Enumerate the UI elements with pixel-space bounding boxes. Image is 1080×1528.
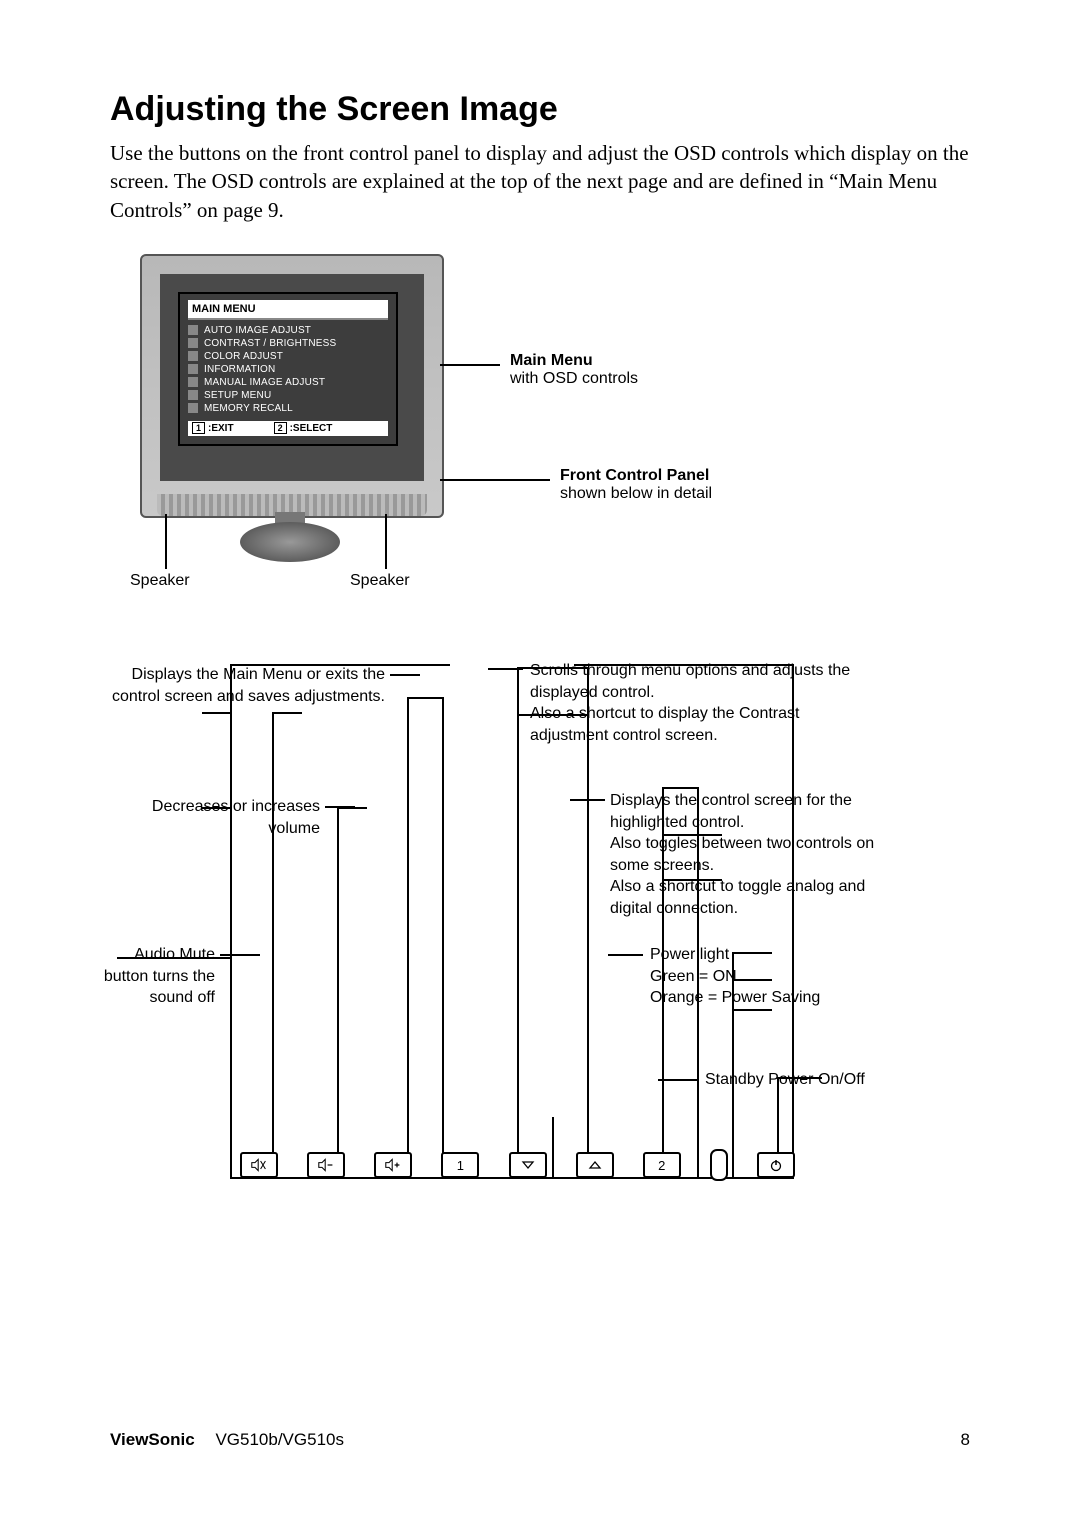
- leader-line: [440, 364, 500, 366]
- power-light-icon: [710, 1149, 728, 1181]
- osd-item: CONTRAST / BRIGHTNESS: [188, 337, 388, 350]
- main-menu-label: Main Menu with OSD controls: [510, 352, 638, 388]
- callout-text: Also a shortcut to display the Contrast …: [530, 703, 860, 746]
- fcp-hdr: Front Control Panel: [560, 467, 712, 485]
- fcp-sub: shown below in detail: [560, 485, 712, 503]
- callout-text: Standby Power On/Off: [705, 1069, 905, 1091]
- osd-exit-key: 1: [192, 422, 205, 434]
- osd-header: MAIN MENU: [188, 300, 388, 320]
- callout-text: Displays the control screen for the high…: [610, 790, 890, 833]
- callout-text: Audio Mute button turns the sound off: [95, 944, 215, 1009]
- leader-line: [220, 954, 260, 956]
- footer-model: VG510b/VG510s: [215, 1430, 344, 1449]
- leader-line: [440, 479, 550, 481]
- monitor-illustration: MAIN MENU AUTO IMAGE ADJUST CONTRAST / B…: [140, 254, 444, 518]
- diagram-area: MAIN MENU AUTO IMAGE ADJUST CONTRAST / B…: [110, 254, 970, 1304]
- callout-scroll: Scrolls through menu options and adjusts…: [530, 660, 860, 746]
- callout-text: Orange = Power Saving: [650, 987, 900, 1009]
- select-2-button-icon: 2: [643, 1152, 681, 1178]
- callout-text: Green = ON: [650, 966, 900, 988]
- osd-select-label: :SELECT: [290, 423, 333, 434]
- power-button-icon: [757, 1152, 795, 1178]
- monitor-stand: [240, 512, 340, 567]
- main-menu-hdr: Main Menu: [510, 352, 638, 370]
- footer-brand: ViewSonic: [110, 1430, 195, 1449]
- main-menu-sub: with OSD controls: [510, 370, 638, 388]
- volume-up-button-icon: [374, 1152, 412, 1178]
- intro-paragraph: Use the buttons on the front control pan…: [110, 139, 970, 224]
- leader-line: [385, 514, 387, 569]
- osd-exit-label: :EXIT: [208, 423, 234, 434]
- mute-button-icon: [240, 1152, 278, 1178]
- osd-item: COLOR ADJUST: [188, 350, 388, 363]
- osd-item: INFORMATION: [188, 363, 388, 376]
- callout-mute: Audio Mute button turns the sound off: [95, 944, 215, 1009]
- osd-item: AUTO IMAGE ADJUST: [188, 324, 388, 337]
- leader-line: [608, 954, 643, 956]
- button-row: 1 2: [240, 1149, 795, 1181]
- down-arrow-button-icon: [509, 1152, 547, 1178]
- osd-menu: MAIN MENU AUTO IMAGE ADJUST CONTRAST / B…: [178, 292, 398, 446]
- volume-down-button-icon: [307, 1152, 345, 1178]
- callout-text: Displays the Main Menu or exits the cont…: [100, 664, 385, 707]
- leader-line: [570, 799, 605, 801]
- page-title: Adjusting the Screen Image: [110, 90, 970, 129]
- callout-button2: Displays the control screen for the high…: [610, 790, 890, 920]
- up-arrow-button-icon: [576, 1152, 614, 1178]
- osd-item: MANUAL IMAGE ADJUST: [188, 376, 388, 389]
- osd-item: SETUP MENU: [188, 389, 388, 402]
- callout-volume: Decreases or increases volume: [140, 796, 320, 839]
- callout-text: Power light: [650, 944, 900, 966]
- callout-standby: Standby Power On/Off: [705, 1069, 905, 1091]
- callout-text: Also toggles between two controls on som…: [610, 833, 890, 876]
- leader-line: [390, 674, 420, 676]
- osd-item: MEMORY RECALL: [188, 402, 388, 415]
- callout-text: Also a shortcut to toggle analog and dig…: [610, 876, 890, 919]
- leader-line: [325, 806, 355, 808]
- osd-footer: 1:EXIT 2:SELECT: [188, 421, 388, 436]
- speaker-label-left: Speaker: [130, 572, 190, 590]
- footer-page-number: 8: [961, 1430, 970, 1450]
- osd-select-key: 2: [274, 422, 287, 434]
- callout-text: Scrolls through menu options and adjusts…: [530, 660, 860, 703]
- leader-line: [165, 514, 167, 569]
- leader-line: [488, 668, 523, 670]
- callout-button1: Displays the Main Menu or exits the cont…: [100, 664, 385, 707]
- leader-line: [658, 1079, 698, 1081]
- monitor-screen: MAIN MENU AUTO IMAGE ADJUST CONTRAST / B…: [160, 274, 424, 481]
- callout-power-light: Power light Green = ON Orange = Power Sa…: [650, 944, 900, 1009]
- page-footer: ViewSonic VG510b/VG510s 8: [110, 1430, 970, 1450]
- speaker-label-right: Speaker: [350, 572, 410, 590]
- callout-text: Decreases or increases volume: [140, 796, 320, 839]
- front-control-panel-label: Front Control Panel shown below in detai…: [560, 467, 712, 503]
- osd-items: AUTO IMAGE ADJUST CONTRAST / BRIGHTNESS …: [188, 324, 388, 415]
- menu-1-button-icon: 1: [441, 1152, 479, 1178]
